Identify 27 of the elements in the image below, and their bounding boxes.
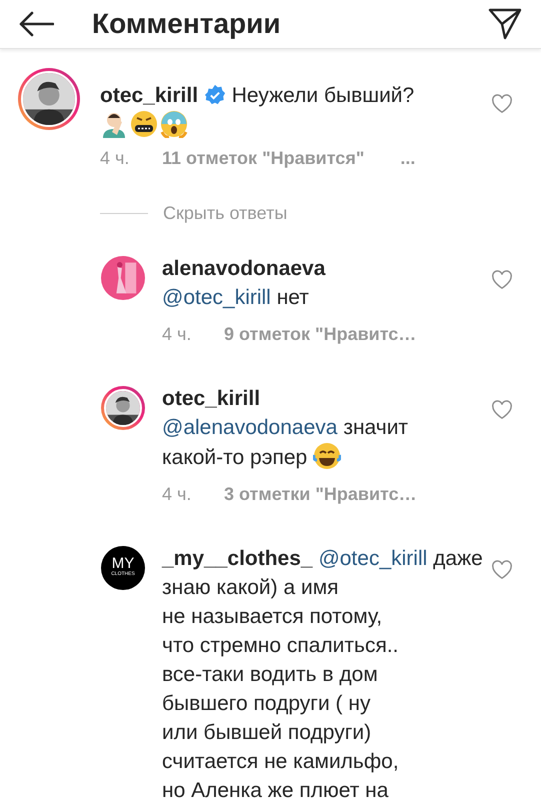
logo-text: MY: [112, 556, 134, 571]
comment-text: _my__clothes_ @otec_kirill даже знаю какой) а имя не называется потому, что стремно спалиться.. все-таки водить в дом бывшего подруги ( ну или бывшей подруги) считается не камильфо, но Аленка же плюет на: [162, 546, 483, 800]
comment-text: otec_kirill Неужели бывший?: [100, 81, 483, 140]
censored-face-emoji-icon: [130, 110, 158, 138]
back-arrow-icon[interactable]: [18, 11, 54, 37]
username-link[interactable]: _my__clothes_: [162, 547, 313, 570]
comment-time: 4 ч.: [162, 484, 192, 504]
comment-time: 4 ч.: [100, 148, 130, 168]
mention-link[interactable]: @alenavodonaeva: [162, 416, 338, 439]
mention-link[interactable]: @otec_kirill: [318, 547, 428, 570]
like-heart-icon[interactable]: [491, 270, 513, 290]
screen-title: Комментарии: [92, 8, 282, 40]
like-heart-icon[interactable]: [491, 560, 513, 580]
username-link[interactable]: otec_kirill: [162, 387, 260, 410]
username-link[interactable]: alenavodonaeva: [162, 257, 326, 280]
screaming-face-emoji-icon: [160, 110, 188, 138]
comment-text: alenavodonaeva @otec_kirill нет: [162, 256, 326, 311]
send-icon[interactable]: [488, 7, 522, 41]
laughing-face-emoji-icon: [313, 442, 342, 470]
comment-time: 4 ч.: [162, 324, 192, 344]
avatar[interactable]: [101, 386, 145, 430]
like-heart-icon[interactable]: [491, 400, 513, 420]
mention-link[interactable]: @otec_kirill: [162, 286, 271, 309]
username-link[interactable]: otec_kirill: [100, 84, 198, 107]
like-heart-icon[interactable]: [491, 94, 513, 114]
person-facepalm-emoji-icon: [100, 110, 128, 138]
comment-text: otec_kirill @alenavodonaeva значит какой-то рэпер: [162, 386, 410, 472]
